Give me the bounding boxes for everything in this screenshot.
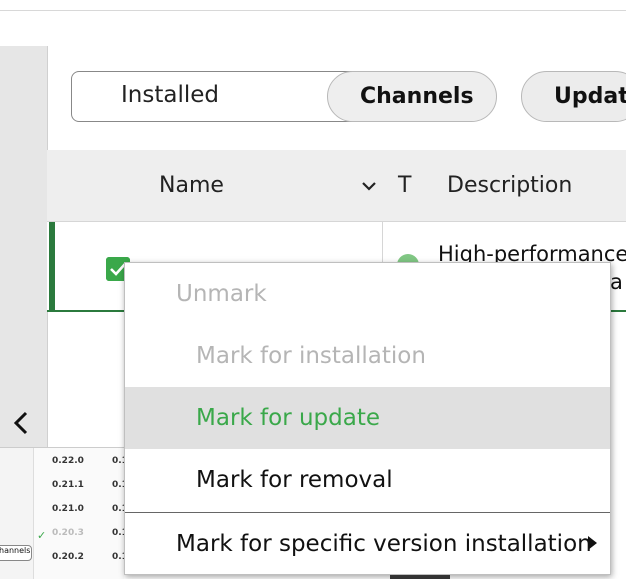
menu-item-unmark[interactable]: Unmark bbox=[125, 263, 610, 325]
toolbar-gap bbox=[0, 12, 626, 46]
thumb-version-2: 0.1 bbox=[112, 504, 124, 514]
filter-label: Installed bbox=[121, 82, 219, 108]
column-header-description[interactable]: Description bbox=[447, 173, 572, 198]
thumb-version: 0.21.1 bbox=[52, 480, 84, 490]
thumb-version: 0.20.2 bbox=[52, 552, 84, 562]
row-selection-accent bbox=[49, 222, 55, 312]
channels-chip[interactable]: Channels bbox=[327, 71, 497, 122]
updates-chip[interactable]: Updates bbox=[521, 71, 626, 122]
thumbnail-preview: 0.22.0 0.21.1 0.21.0 0.20.3 0.20.2 0.1 0… bbox=[0, 447, 124, 579]
thumb-version: 0.21.0 bbox=[52, 504, 84, 514]
column-header-type[interactable]: T bbox=[398, 173, 411, 198]
chevron-left-icon[interactable] bbox=[10, 408, 32, 438]
app-window: Installed Channels Updates Name T Descri… bbox=[0, 0, 626, 579]
menu-item-mark-remove[interactable]: Mark for removal bbox=[125, 449, 610, 511]
column-header-name[interactable]: Name bbox=[159, 173, 224, 198]
thumb-chip: hannels bbox=[0, 545, 32, 561]
thumb-version: 0.22.0 bbox=[52, 456, 84, 466]
thumb-version-2: 0.1 bbox=[112, 528, 124, 538]
menu-item-mark-install[interactable]: Mark for installation bbox=[125, 325, 610, 387]
thumb-version-2: 0.1 bbox=[112, 456, 124, 466]
thumb-version: 0.20.3 bbox=[52, 528, 84, 538]
context-menu: Unmark Mark for installation Mark for up… bbox=[124, 262, 611, 575]
check-icon: ✓ bbox=[37, 529, 47, 542]
submenu-arrow-icon bbox=[588, 536, 597, 550]
menu-item-mark-update[interactable]: Mark for update bbox=[125, 387, 610, 449]
thumb-version-2: 0.1 bbox=[112, 552, 124, 562]
chevron-down-icon[interactable] bbox=[360, 178, 378, 194]
thumb-version-2: 0.1 bbox=[112, 480, 124, 490]
top-bar bbox=[0, 0, 626, 11]
taskbar-fragment bbox=[390, 575, 450, 579]
menu-item-mark-specific-version[interactable]: Mark for specific version installation bbox=[125, 513, 610, 575]
